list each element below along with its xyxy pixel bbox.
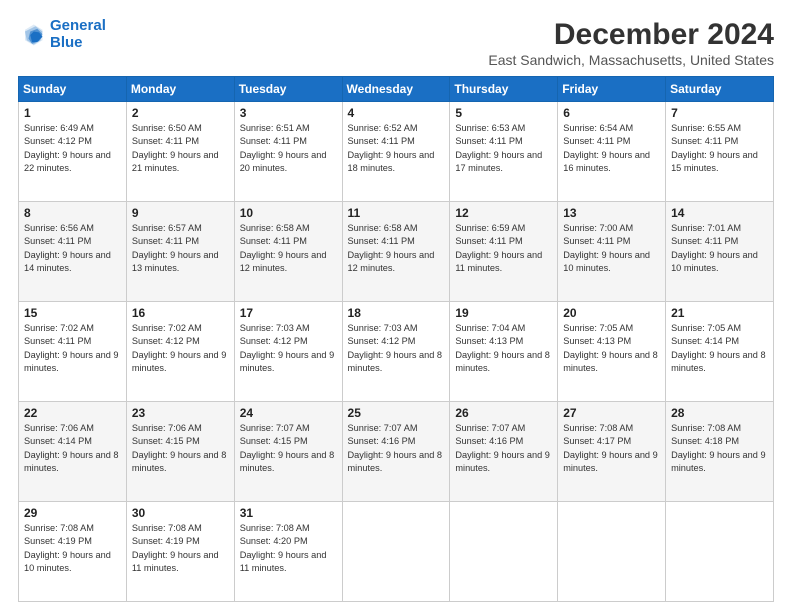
table-row	[342, 502, 450, 602]
table-row	[666, 502, 774, 602]
table-row: 17Sunrise: 7:03 AMSunset: 4:12 PMDayligh…	[234, 302, 342, 402]
logo-line1: General	[50, 17, 106, 34]
table-row: 21Sunrise: 7:05 AMSunset: 4:14 PMDayligh…	[666, 302, 774, 402]
col-wednesday: Wednesday	[342, 77, 450, 102]
col-thursday: Thursday	[450, 77, 558, 102]
table-row: 7Sunrise: 6:55 AMSunset: 4:11 PMDaylight…	[666, 102, 774, 202]
table-row: 10Sunrise: 6:58 AMSunset: 4:11 PMDayligh…	[234, 202, 342, 302]
col-friday: Friday	[558, 77, 666, 102]
logo: General Blue	[18, 18, 106, 51]
table-row: 19Sunrise: 7:04 AMSunset: 4:13 PMDayligh…	[450, 302, 558, 402]
header: General Blue December 2024 East Sandwich…	[18, 18, 774, 68]
table-row: 27Sunrise: 7:08 AMSunset: 4:17 PMDayligh…	[558, 402, 666, 502]
table-row: 5Sunrise: 6:53 AMSunset: 4:11 PMDaylight…	[450, 102, 558, 202]
table-row	[450, 502, 558, 602]
table-row: 4Sunrise: 6:52 AMSunset: 4:11 PMDaylight…	[342, 102, 450, 202]
logo-line2: Blue	[50, 34, 83, 51]
table-row: 2Sunrise: 6:50 AMSunset: 4:11 PMDaylight…	[126, 102, 234, 202]
table-row: 9Sunrise: 6:57 AMSunset: 4:11 PMDaylight…	[126, 202, 234, 302]
table-row: 16Sunrise: 7:02 AMSunset: 4:12 PMDayligh…	[126, 302, 234, 402]
col-tuesday: Tuesday	[234, 77, 342, 102]
table-row: 22Sunrise: 7:06 AMSunset: 4:14 PMDayligh…	[19, 402, 127, 502]
table-row: 6Sunrise: 6:54 AMSunset: 4:11 PMDaylight…	[558, 102, 666, 202]
table-row: 31Sunrise: 7:08 AMSunset: 4:20 PMDayligh…	[234, 502, 342, 602]
page: General Blue December 2024 East Sandwich…	[0, 0, 792, 612]
table-row: 26Sunrise: 7:07 AMSunset: 4:16 PMDayligh…	[450, 402, 558, 502]
table-row: 28Sunrise: 7:08 AMSunset: 4:18 PMDayligh…	[666, 402, 774, 502]
table-row: 14Sunrise: 7:01 AMSunset: 4:11 PMDayligh…	[666, 202, 774, 302]
table-row: 11Sunrise: 6:58 AMSunset: 4:11 PMDayligh…	[342, 202, 450, 302]
table-row: 29Sunrise: 7:08 AMSunset: 4:19 PMDayligh…	[19, 502, 127, 602]
main-title: December 2024	[488, 18, 774, 52]
logo-text: General Blue	[50, 18, 106, 51]
table-row: 15Sunrise: 7:02 AMSunset: 4:11 PMDayligh…	[19, 302, 127, 402]
table-row: 25Sunrise: 7:07 AMSunset: 4:16 PMDayligh…	[342, 402, 450, 502]
table-row	[558, 502, 666, 602]
table-row: 23Sunrise: 7:06 AMSunset: 4:15 PMDayligh…	[126, 402, 234, 502]
table-row: 20Sunrise: 7:05 AMSunset: 4:13 PMDayligh…	[558, 302, 666, 402]
title-block: December 2024 East Sandwich, Massachuset…	[488, 18, 774, 68]
table-row: 24Sunrise: 7:07 AMSunset: 4:15 PMDayligh…	[234, 402, 342, 502]
table-row: 30Sunrise: 7:08 AMSunset: 4:19 PMDayligh…	[126, 502, 234, 602]
col-sunday: Sunday	[19, 77, 127, 102]
col-monday: Monday	[126, 77, 234, 102]
table-row: 13Sunrise: 7:00 AMSunset: 4:11 PMDayligh…	[558, 202, 666, 302]
logo-icon	[18, 21, 46, 49]
table-row: 18Sunrise: 7:03 AMSunset: 4:12 PMDayligh…	[342, 302, 450, 402]
table-row: 8Sunrise: 6:56 AMSunset: 4:11 PMDaylight…	[19, 202, 127, 302]
calendar-table: Sunday Monday Tuesday Wednesday Thursday…	[18, 76, 774, 602]
table-row: 1Sunrise: 6:49 AMSunset: 4:12 PMDaylight…	[19, 102, 127, 202]
subtitle: East Sandwich, Massachusetts, United Sta…	[488, 52, 774, 68]
table-row: 3Sunrise: 6:51 AMSunset: 4:11 PMDaylight…	[234, 102, 342, 202]
calendar-header-row: Sunday Monday Tuesday Wednesday Thursday…	[19, 77, 774, 102]
table-row: 12Sunrise: 6:59 AMSunset: 4:11 PMDayligh…	[450, 202, 558, 302]
col-saturday: Saturday	[666, 77, 774, 102]
